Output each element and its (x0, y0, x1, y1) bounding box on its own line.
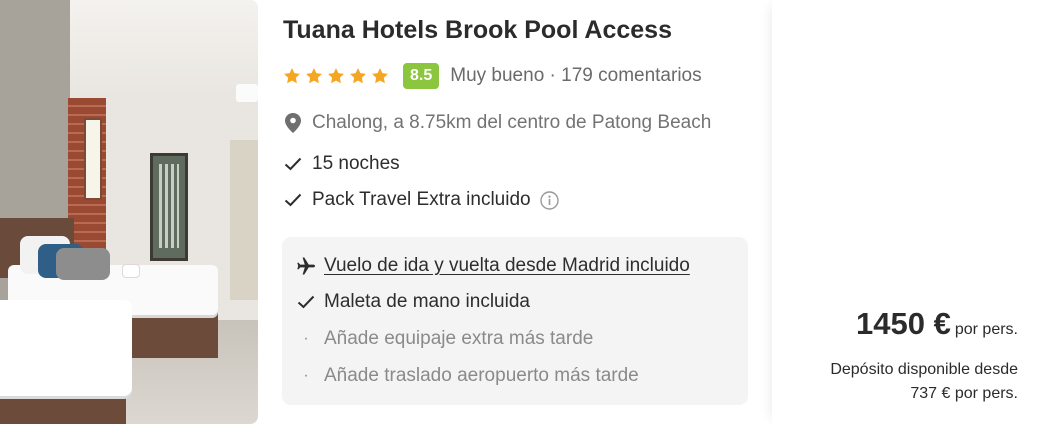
star-icon (350, 68, 366, 84)
flight-box: Vuelo de ida y vuelta desde Madrid inclu… (282, 237, 748, 405)
rating-summary[interactable]: Muy bueno · 179 comentarios (450, 65, 701, 87)
transfer-line: · Añade traslado aeropuerto más tarde (296, 365, 639, 387)
price-line: 1450 € por pers. (856, 306, 1018, 342)
bullet-icon: · (303, 367, 309, 384)
check-icon (283, 190, 303, 210)
location-line: Chalong, a 8.75km del centro de Patong B… (283, 112, 711, 134)
deposit-info: Depósito disponible desde 737 € por pers… (830, 358, 1018, 406)
price-value: 1450 € (856, 306, 951, 341)
pack-line: Pack Travel Extra incluido (283, 189, 559, 211)
star-rating (283, 67, 389, 85)
price-panel: 1450 € por pers. Depósito disponible des… (772, 0, 1040, 424)
score-badge: 8.5 (403, 63, 440, 89)
location-pin-icon (283, 113, 303, 133)
deposit-label: Depósito disponible desde (830, 361, 1018, 378)
hotel-card[interactable]: Tuana Hotels Brook Pool Access 8.5 Muy b… (0, 0, 1040, 424)
nights-text: 15 noches (312, 153, 400, 174)
check-icon (296, 292, 316, 312)
rating-row: 8.5 Muy bueno · 179 comentarios (283, 62, 702, 90)
nights-line: 15 noches (283, 153, 400, 175)
location-text: Chalong, a 8.75km del centro de Patong B… (312, 112, 712, 133)
price-per-person: por pers. (954, 321, 1018, 338)
extra-luggage-line: · Añade equipaje extra más tarde (296, 328, 593, 350)
star-icon (306, 68, 322, 84)
flight-link[interactable]: Vuelo de ida y vuelta desde Madrid inclu… (324, 255, 690, 277)
star-icon (372, 68, 388, 84)
star-icon (328, 68, 344, 84)
transfer-text: Añade traslado aeropuerto más tarde (324, 365, 639, 386)
plane-icon (296, 256, 316, 276)
info-icon[interactable] (539, 190, 559, 210)
bag-text: Maleta de mano incluida (324, 291, 530, 312)
flight-line[interactable]: Vuelo de ida y vuelta desde Madrid inclu… (296, 255, 690, 277)
bullet-icon: · (303, 330, 309, 347)
hotel-photo[interactable] (0, 0, 258, 424)
hotel-name[interactable]: Tuana Hotels Brook Pool Access (283, 16, 672, 45)
star-icon (284, 68, 300, 84)
bag-line: Maleta de mano incluida (296, 291, 530, 313)
extra-luggage-text: Añade equipaje extra más tarde (324, 328, 594, 349)
check-icon (283, 154, 303, 174)
pack-text: Pack Travel Extra incluido (312, 189, 531, 210)
deposit-value: 737 € por pers. (910, 385, 1018, 402)
